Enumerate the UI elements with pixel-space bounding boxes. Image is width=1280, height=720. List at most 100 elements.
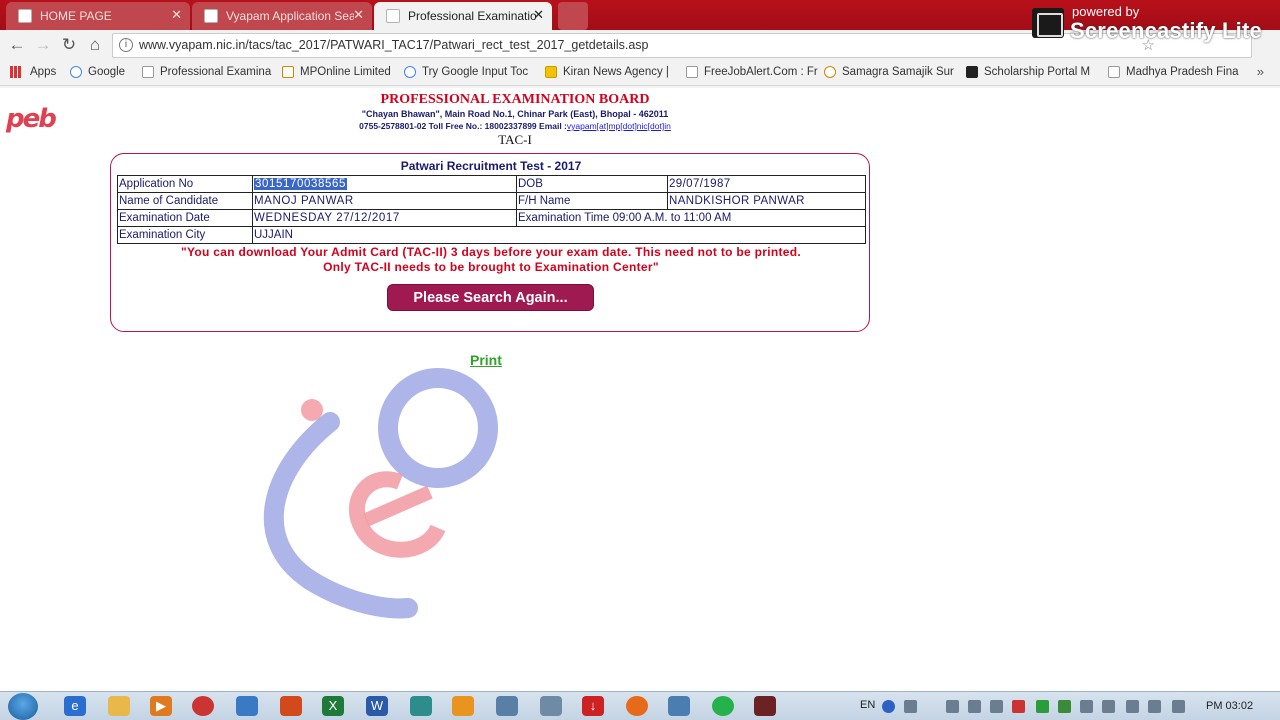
- page-icon: [18, 9, 32, 23]
- notice-line-2: Only TAC-II needs to be brought to Exami…: [323, 260, 659, 274]
- tab-vyapam-application[interactable]: Vyapam Application Sea ✕: [192, 2, 372, 30]
- bookmark-label: Professional Examina: [160, 66, 272, 78]
- reload-icon[interactable]: ↻: [58, 34, 80, 56]
- screencastify-watermark: powered by Screencastify Lite: [1030, 2, 1280, 43]
- clock[interactable]: PM 03:02: [1206, 700, 1253, 712]
- tray-icon[interactable]: [904, 700, 917, 713]
- page-icon: [386, 9, 400, 23]
- whatsapp-icon[interactable]: [712, 696, 734, 716]
- bookmark-label: Samagra Samajik Sur: [842, 66, 954, 78]
- tray-icon[interactable]: [1102, 700, 1115, 713]
- contact-text: 0755-2578801-02 Toll Free No.: 180023378…: [359, 121, 567, 131]
- new-tab-button[interactable]: [558, 2, 588, 30]
- search-again-button[interactable]: Please Search Again...: [387, 284, 594, 311]
- close-icon[interactable]: ✕: [353, 8, 364, 22]
- apps-grid-icon: [10, 66, 22, 78]
- search-icon[interactable]: [946, 700, 959, 713]
- tray-icon[interactable]: [990, 700, 1003, 713]
- info-icon[interactable]: i: [119, 38, 133, 52]
- label-application-no: Application No: [117, 175, 253, 193]
- email-link[interactable]: vyapam[at]mp[dot]nic[dot]in: [567, 121, 671, 131]
- ie-icon[interactable]: e: [64, 696, 86, 716]
- value-candidate-name: MANOJ PANWAR: [252, 192, 517, 210]
- bookmark-label: Apps: [30, 66, 57, 78]
- forward-icon[interactable]: →: [32, 34, 54, 56]
- tray-icon[interactable]: [1126, 700, 1139, 713]
- scholarship-icon: [966, 66, 978, 78]
- bookmark-professional-examina[interactable]: Professional Examina: [142, 66, 271, 78]
- bookmark-samagra[interactable]: Samagra Samajik Sur: [824, 66, 954, 78]
- home-icon[interactable]: ⌂: [84, 34, 106, 56]
- volume-icon[interactable]: [1172, 700, 1185, 713]
- download-icon[interactable]: ↓: [582, 696, 604, 716]
- tray-icon[interactable]: [1036, 700, 1049, 713]
- app-icon[interactable]: [410, 696, 432, 716]
- excel-icon[interactable]: X: [322, 696, 344, 716]
- bookmark-madhya-pradesh-fina[interactable]: Madhya Pradesh Fina: [1108, 66, 1239, 78]
- tab-title: HOME PAGE: [40, 9, 112, 23]
- more-bookmarks-icon[interactable]: »: [1257, 64, 1264, 79]
- language-indicator[interactable]: EN: [860, 699, 875, 711]
- bookmark-google-input-tools[interactable]: Try Google Input Toc: [404, 66, 528, 78]
- label-dob: DOB: [516, 175, 668, 193]
- close-icon[interactable]: ✕: [533, 8, 544, 22]
- back-icon[interactable]: ←: [6, 34, 28, 56]
- bookmark-label: MPOnline Limited: [300, 66, 391, 78]
- google-icon: [70, 66, 82, 78]
- app-icon[interactable]: [496, 696, 518, 716]
- app-icon[interactable]: [754, 696, 776, 716]
- start-button[interactable]: [8, 693, 38, 720]
- help-icon[interactable]: [882, 700, 895, 713]
- tray-icon[interactable]: [1012, 700, 1025, 713]
- bookmark-mponline[interactable]: MPOnline Limited: [282, 66, 391, 78]
- vyapam-favicon-icon: [204, 9, 218, 23]
- watermark-product-name: Screencastify Lite: [1070, 18, 1262, 43]
- bookmark-google[interactable]: Google: [70, 66, 125, 78]
- label-fh-name: F/H Name: [516, 192, 668, 210]
- value-dob: 29/07/1987: [667, 175, 866, 193]
- label-candidate-name: Name of Candidate: [117, 192, 253, 210]
- app-icon[interactable]: [280, 696, 302, 716]
- close-icon[interactable]: ✕: [171, 8, 182, 22]
- selected-text[interactable]: 3015170038565: [254, 178, 347, 190]
- app-icon[interactable]: [236, 696, 258, 716]
- value-fh-name: NANDKISHOR PANWAR: [667, 192, 866, 210]
- google-icon: [404, 66, 416, 78]
- explorer-icon[interactable]: [108, 696, 130, 716]
- exam-time: Examination Time 09:00 A.M. to 11:00 AM: [516, 209, 866, 227]
- network-icon[interactable]: [1058, 700, 1071, 713]
- tab-title: Professional Examination: [408, 9, 536, 23]
- bookmark-label: Try Google Input Toc: [422, 66, 529, 78]
- screencastify-film-icon: [1032, 8, 1064, 38]
- bookmark-scholarship-portal[interactable]: Scholarship Portal M: [966, 66, 1090, 78]
- firefox-icon[interactable]: [626, 696, 648, 716]
- bookmark-label: Scholarship Portal M: [984, 66, 1091, 78]
- value-exam-city: UJJAIN: [252, 226, 866, 244]
- url-text: www.vyapam.nic.in/tacs/tac_2017/PATWARI_…: [139, 38, 649, 52]
- bookmark-label: FreeJobAlert.Com : Fr: [704, 66, 818, 78]
- mponline-icon: [282, 66, 294, 78]
- app-icon[interactable]: [452, 696, 474, 716]
- tab-home-page[interactable]: HOME PAGE ✕: [6, 2, 190, 30]
- word-icon[interactable]: W: [366, 696, 388, 716]
- media-player-icon[interactable]: ▶: [150, 696, 172, 716]
- value-application-no[interactable]: 3015170038565: [252, 175, 517, 193]
- bookmark-apps[interactable]: Apps: [10, 66, 56, 78]
- app-icon[interactable]: [540, 696, 562, 716]
- chrome-icon[interactable]: [192, 696, 214, 716]
- kiran-icon: [545, 66, 557, 78]
- candidate-details-table: Application No 3015170038565 DOB 29/07/1…: [117, 175, 866, 244]
- keyboard-icon[interactable]: [668, 696, 690, 716]
- bookmark-freejobalert[interactable]: FreeJobAlert.Com : Fr: [686, 66, 818, 78]
- board-address: "Chayan Bhawan", Main Road No.1, Chinar …: [361, 109, 669, 119]
- tab-professional-examination[interactable]: Professional Examination ✕: [374, 2, 552, 30]
- logo-ring: [378, 368, 498, 488]
- bookmarks-bar: Apps Google Professional Examina MPOnlin…: [0, 60, 1280, 86]
- windows-taskbar: e ▶ X W ↓ EN PM 03:02: [0, 691, 1280, 720]
- browser-chrome: HOME PAGE ✕ Vyapam Application Sea ✕ Pro…: [0, 0, 1280, 88]
- peb-watermark-logo: [263, 368, 498, 619]
- battery-icon[interactable]: [1148, 700, 1161, 713]
- tray-icon[interactable]: [968, 700, 981, 713]
- bookmark-kiran-news[interactable]: Kiran News Agency |: [545, 66, 669, 78]
- tray-icon[interactable]: [1080, 700, 1093, 713]
